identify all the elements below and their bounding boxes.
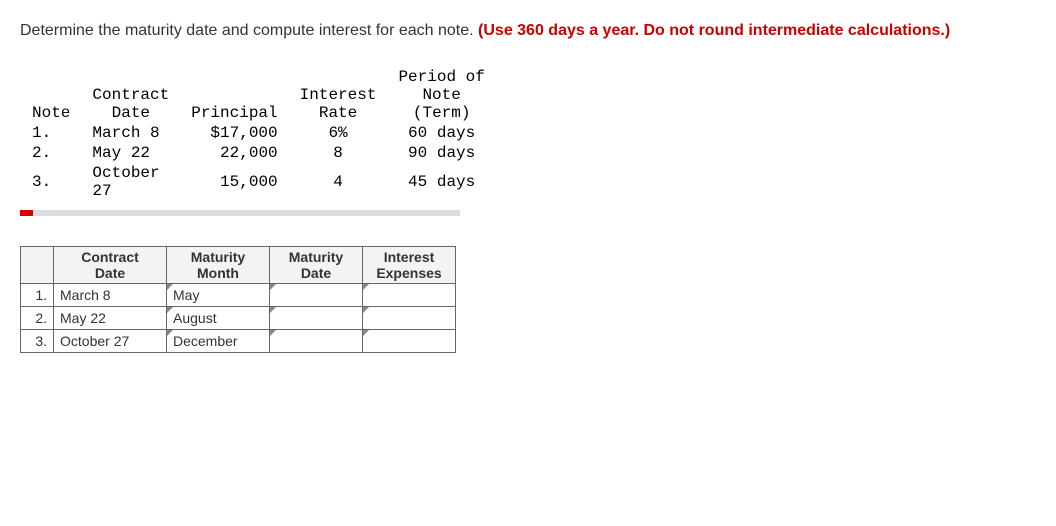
cell-rate: 6% <box>290 124 387 142</box>
header-period: Period ofNote(Term) <box>388 68 494 122</box>
cell-date: October27 <box>82 164 179 200</box>
cell-rownum: 3. <box>21 330 54 353</box>
cell-contract: October 27 <box>54 330 167 353</box>
cell-term: 90 days <box>388 144 494 162</box>
cell-rownum: 1. <box>21 284 54 307</box>
cell-note-num: 3. <box>22 164 80 200</box>
cell-term: 60 days <box>388 124 494 142</box>
answer-input-table: ContractDate MaturityMonth MaturityDate … <box>20 246 456 353</box>
cell-interest-input[interactable] <box>363 307 456 330</box>
cell-date: March 8 <box>82 124 179 142</box>
cell-note-num: 1. <box>22 124 80 142</box>
cell-maturity-date-input[interactable] <box>270 330 363 353</box>
cell-maturity-month-input[interactable]: December <box>167 330 270 353</box>
cell-note-num: 2. <box>22 144 80 162</box>
cell-term: 45 days <box>388 164 494 200</box>
header-blank <box>21 247 54 284</box>
header-contract-date: ContractDate <box>82 68 179 122</box>
header-maturity-month: MaturityMonth <box>167 247 270 284</box>
cell-maturity-date-input[interactable] <box>270 284 363 307</box>
question-emphasis: (Use 360 days a year. Do not round inter… <box>478 22 950 39</box>
cell-contract: March 8 <box>54 284 167 307</box>
question-main: Determine the maturity date and compute … <box>20 22 478 39</box>
question-prompt: Determine the maturity date and compute … <box>20 20 1036 42</box>
cell-interest-input[interactable] <box>363 284 456 307</box>
cell-interest-input[interactable] <box>363 330 456 353</box>
answer-row: 1. March 8 May <box>21 284 456 307</box>
data-row: 2. May 22 22,000 8 90 days <box>22 144 495 162</box>
cell-maturity-month-input[interactable]: August <box>167 307 270 330</box>
header-interest-expenses: InterestExpenses <box>363 247 456 284</box>
cell-maturity-month-input[interactable]: May <box>167 284 270 307</box>
cell-rate: 8 <box>290 144 387 162</box>
cell-principal: 22,000 <box>181 144 287 162</box>
header-maturity-date: MaturityDate <box>270 247 363 284</box>
cell-maturity-date-input[interactable] <box>270 307 363 330</box>
header-interest-rate: InterestRate <box>290 68 387 122</box>
progress-bar <box>20 210 460 216</box>
note-data-table: Note ContractDate Principal InterestRate… <box>20 66 497 202</box>
cell-rownum: 2. <box>21 307 54 330</box>
cell-contract: May 22 <box>54 307 167 330</box>
answer-row: 3. October 27 December <box>21 330 456 353</box>
header-principal: Principal <box>181 68 287 122</box>
cell-principal: $17,000 <box>181 124 287 142</box>
header-note: Note <box>22 68 80 122</box>
answer-row: 2. May 22 August <box>21 307 456 330</box>
cell-rate: 4 <box>290 164 387 200</box>
data-row: 3. October27 15,000 4 45 days <box>22 164 495 200</box>
cell-principal: 15,000 <box>181 164 287 200</box>
data-row: 1. March 8 $17,000 6% 60 days <box>22 124 495 142</box>
header-contract-date: ContractDate <box>54 247 167 284</box>
cell-date: May 22 <box>82 144 179 162</box>
